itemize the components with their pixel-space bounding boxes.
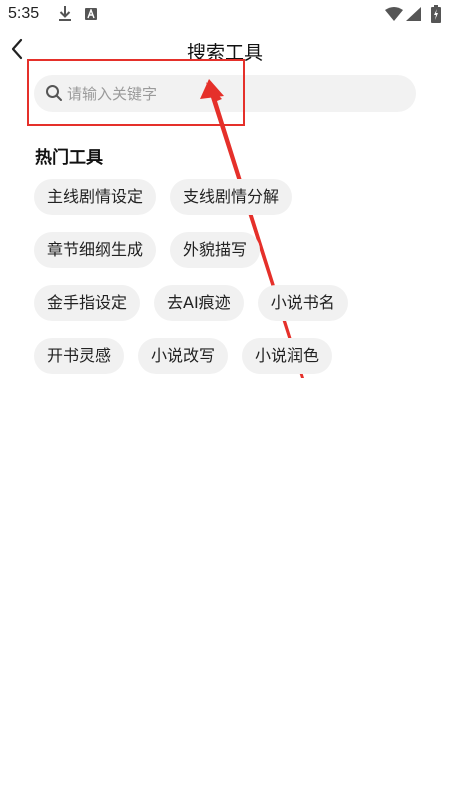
battery-charging-icon <box>431 5 441 23</box>
search-bar[interactable] <box>34 75 416 112</box>
search-input[interactable] <box>67 79 397 108</box>
hot-tools-title: 热门工具 <box>35 148 103 168</box>
tool-chip-chapter-outline[interactable]: 章节细纲生成 <box>34 232 157 268</box>
tool-chip-book-title[interactable]: 小说书名 <box>257 285 348 321</box>
signal-icon <box>406 7 421 21</box>
tool-chip-inspiration[interactable]: 开书灵感 <box>34 338 125 374</box>
wifi-icon <box>385 7 403 21</box>
status-time: 5:35 <box>8 5 40 22</box>
tag-row: 开书灵感 小说改写 小说润色 <box>34 338 424 374</box>
hot-tools-list: 主线剧情设定 支线剧情分解 章节细纲生成 外貌描写 金手指设定 去AI痕迹 小说… <box>34 179 424 391</box>
tool-chip-remove-ai[interactable]: 去AI痕迹 <box>154 285 244 321</box>
status-bar: 5:35 <box>0 0 450 30</box>
tag-row: 章节细纲生成 外貌描写 <box>34 232 424 268</box>
header: 搜索工具 <box>0 30 450 70</box>
annotation-arrow <box>200 79 304 378</box>
search-icon <box>46 85 62 101</box>
tool-chip-rewrite[interactable]: 小说改写 <box>138 338 229 374</box>
tool-chip-polish[interactable]: 小说润色 <box>242 338 333 374</box>
tool-chip-golden-finger[interactable]: 金手指设定 <box>34 285 141 321</box>
page-title: 搜索工具 <box>186 42 263 64</box>
tag-row: 主线剧情设定 支线剧情分解 <box>34 179 424 215</box>
tool-chip-main-plot[interactable]: 主线剧情设定 <box>34 179 157 215</box>
download-icon <box>59 6 71 21</box>
tool-chip-subplot[interactable]: 支线剧情分解 <box>170 179 293 215</box>
tool-chip-appearance[interactable]: 外貌描写 <box>170 232 261 268</box>
tag-row: 金手指设定 去AI痕迹 小说书名 <box>34 285 424 321</box>
app-notification-icon <box>85 8 97 20</box>
